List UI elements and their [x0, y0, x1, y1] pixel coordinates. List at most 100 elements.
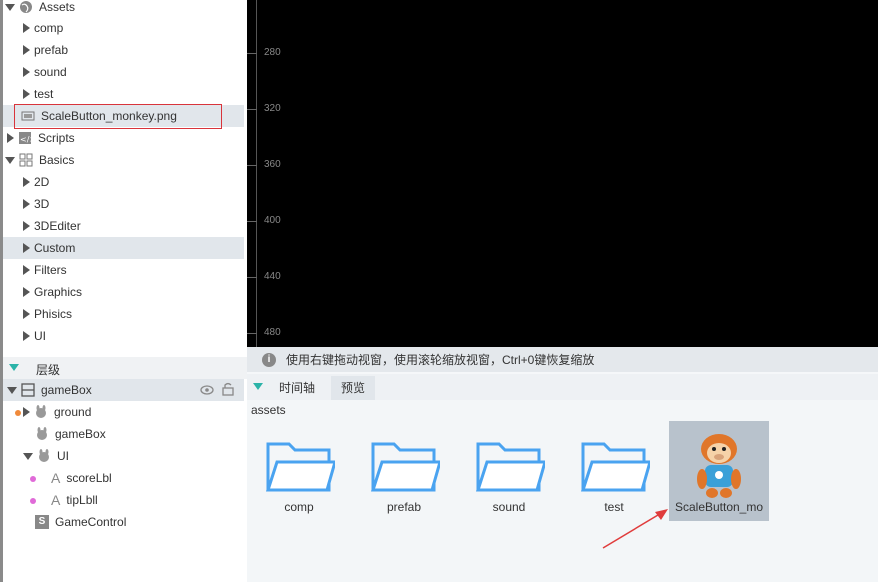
- tree-item-filters[interactable]: Filters: [3, 259, 244, 281]
- ruler-tick: [247, 53, 257, 54]
- ruler-tick: [247, 277, 257, 278]
- ruler-tick: [247, 165, 257, 166]
- expand-arrow-icon[interactable]: [23, 221, 30, 231]
- tree-item-graphics[interactable]: Graphics: [3, 281, 244, 303]
- tree-item-comp[interactable]: comp: [3, 17, 244, 39]
- ruler-label: 400: [264, 215, 281, 226]
- sprite-icon: [39, 449, 49, 462]
- tree-item-label: 3D: [34, 197, 50, 211]
- tree-item-custom[interactable]: Custom: [3, 237, 244, 259]
- tree-item-label: Scripts: [38, 131, 75, 145]
- expand-arrow-icon[interactable]: [7, 386, 17, 394]
- highlight-box: [14, 104, 222, 129]
- ruler-tick: [247, 109, 257, 110]
- hierarchy-node-ground[interactable]: ground: [3, 401, 244, 423]
- tree-item-label: Graphics: [34, 285, 83, 299]
- tree-item-3deditor[interactable]: 3DEditer: [3, 215, 244, 237]
- tree-item-label: 3DEditer: [34, 219, 81, 233]
- expand-arrow-icon[interactable]: [23, 177, 30, 187]
- hierarchy-node-scorelbl[interactable]: A scoreLbl: [3, 467, 244, 489]
- expand-arrow-icon[interactable]: [7, 133, 14, 143]
- tree-item-label: UI: [34, 329, 46, 343]
- tree-item-prefab[interactable]: prefab: [3, 39, 244, 61]
- project-panel: Assets comp prefab sound test ScaleButto…: [0, 0, 247, 582]
- hierarchy-label: UI: [57, 449, 69, 463]
- expand-arrow-icon[interactable]: [23, 89, 30, 99]
- tree-item-label: 2D: [34, 175, 50, 189]
- hierarchy-label: gameBox: [41, 383, 92, 397]
- hierarchy-title: 层级: [36, 363, 61, 377]
- ruler-label: 280: [264, 47, 281, 58]
- globe-icon: [20, 1, 32, 13]
- expand-arrow-icon[interactable]: [23, 265, 30, 275]
- grid-icon: [19, 153, 33, 167]
- tree-item-assets[interactable]: Assets: [3, 0, 244, 18]
- browser-path: assets: [251, 403, 286, 417]
- expand-arrow-icon[interactable]: [23, 309, 30, 319]
- tree-item-sound[interactable]: sound: [3, 61, 244, 83]
- tree-item-label: prefab: [34, 43, 69, 57]
- hierarchy-node-gamecontrol[interactable]: S GameControl: [3, 511, 244, 533]
- expand-arrow-icon[interactable]: [23, 407, 30, 417]
- asset-item-scalebutton-monkey[interactable]: ScaleButton_mo: [669, 421, 769, 521]
- tree-item-label: Custom: [34, 241, 76, 255]
- asset-item-sound[interactable]: sound: [461, 422, 557, 520]
- tree-item-label: Phisics: [34, 307, 73, 321]
- ruler-tick: [247, 333, 257, 334]
- folder-icon: [265, 442, 335, 492]
- tree-item-scripts[interactable]: </> Scripts: [3, 127, 244, 149]
- hierarchy-node-ui[interactable]: UI: [3, 445, 244, 467]
- collapse-arrow-icon[interactable]: [9, 364, 19, 371]
- folder-icon: [580, 442, 650, 492]
- tree-item-test[interactable]: test: [3, 83, 244, 105]
- svg-text:</>: </>: [20, 135, 32, 144]
- tip-text: 使用右键拖动视窗，使用滚轮缩放视窗，Ctrl+0键恢复缩放: [286, 353, 595, 367]
- asset-name: sound: [492, 500, 526, 514]
- script-component-icon: S: [35, 515, 49, 529]
- expand-arrow-icon[interactable]: [23, 23, 30, 33]
- scene-viewport[interactable]: 280 320 360 400 440 480: [247, 0, 878, 347]
- box-icon: [21, 383, 35, 397]
- hierarchy-node-gamebox[interactable]: gameBox: [3, 423, 244, 445]
- tree-item-label: Assets: [39, 0, 76, 14]
- tree-item-basics[interactable]: Basics: [3, 149, 244, 171]
- hierarchy-label: gameBox: [55, 427, 106, 441]
- tree-item-label: comp: [34, 21, 64, 35]
- expand-arrow-icon[interactable]: [5, 3, 15, 11]
- eye-icon[interactable]: [200, 384, 214, 396]
- tree-item-label: Basics: [39, 153, 75, 167]
- tree-item-label: sound: [34, 65, 67, 79]
- info-icon: i: [262, 352, 276, 367]
- hierarchy-label: GameControl: [55, 515, 127, 529]
- asset-item-comp[interactable]: comp: [251, 422, 347, 520]
- tree-item-2d[interactable]: 2D: [3, 171, 244, 193]
- text-label-icon: A: [51, 470, 61, 486]
- expand-arrow-icon[interactable]: [23, 199, 30, 209]
- ruler-label: 480: [264, 327, 281, 338]
- hierarchy-label: tipLbll: [66, 493, 98, 507]
- hierarchy-node-tiplbll[interactable]: A tipLbll: [3, 489, 244, 511]
- hierarchy-root-gamebox[interactable]: gameBox: [3, 379, 244, 401]
- tab-timeline[interactable]: 时间轴: [269, 376, 325, 400]
- expand-arrow-icon[interactable]: [23, 45, 30, 55]
- tree-item-3d[interactable]: 3D: [3, 193, 244, 215]
- hierarchy-label: ground: [54, 405, 92, 419]
- sprite-icon: [37, 427, 47, 440]
- collapse-arrow-icon[interactable]: [253, 383, 263, 390]
- tree-item-phisics[interactable]: Phisics: [3, 303, 244, 325]
- expand-arrow-icon[interactable]: [23, 287, 30, 297]
- folder-icon: [475, 442, 545, 492]
- tree-item-ui[interactable]: UI: [3, 325, 244, 347]
- script-icon: </>: [19, 132, 32, 144]
- expand-arrow-icon[interactable]: [5, 156, 15, 164]
- asset-name: prefab: [386, 500, 422, 514]
- expand-arrow-icon[interactable]: [23, 331, 30, 341]
- expand-arrow-icon[interactable]: [23, 452, 33, 460]
- expand-arrow-icon[interactable]: [23, 67, 30, 77]
- expand-arrow-icon[interactable]: [23, 243, 30, 253]
- tab-preview[interactable]: 预览: [331, 376, 376, 400]
- lock-icon[interactable]: [222, 382, 234, 396]
- hierarchy-label: scoreLbl: [66, 471, 112, 485]
- sprite-icon: [36, 405, 46, 418]
- asset-item-prefab[interactable]: prefab: [356, 422, 452, 520]
